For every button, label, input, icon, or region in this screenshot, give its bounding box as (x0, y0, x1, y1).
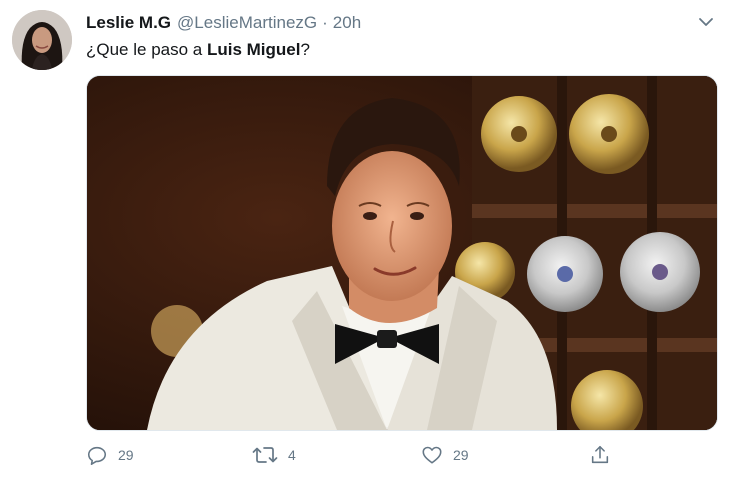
like-count: 29 (453, 447, 469, 463)
tweet-media[interactable] (86, 75, 718, 431)
tweet-text: ¿Que le paso a Luis Miguel? (86, 40, 310, 60)
reply-icon (87, 446, 107, 465)
tweet-timestamp[interactable]: 20h (333, 13, 361, 33)
chevron-down-icon (699, 18, 713, 26)
media-image (87, 76, 717, 430)
avatar-image (12, 10, 72, 70)
avatar[interactable] (12, 10, 72, 70)
tweet-header: Leslie M.G @LeslieMartinezG · 20h (86, 12, 710, 34)
share-icon (591, 445, 609, 464)
retweet-button[interactable]: 4 (252, 441, 296, 469)
like-button[interactable]: 29 (421, 441, 469, 469)
separator-dot: · (322, 13, 328, 32)
retweet-count: 4 (288, 447, 296, 463)
more-options-button[interactable] (694, 10, 718, 34)
tweet-text-bold: Luis Miguel (206, 40, 301, 59)
reply-button[interactable]: 29 (86, 441, 134, 469)
tweet-text-prefix: ¿Que le paso a (86, 40, 207, 59)
share-button[interactable] (589, 441, 611, 469)
reply-count: 29 (118, 447, 134, 463)
author-handle[interactable]: @LeslieMartinezG (177, 13, 317, 33)
tweet-text-suffix: ? (300, 40, 310, 59)
heart-icon (422, 446, 442, 464)
tweet-actions: 29 4 29 (84, 441, 624, 469)
retweet-icon (252, 447, 278, 463)
author-name[interactable]: Leslie M.G (86, 13, 171, 33)
